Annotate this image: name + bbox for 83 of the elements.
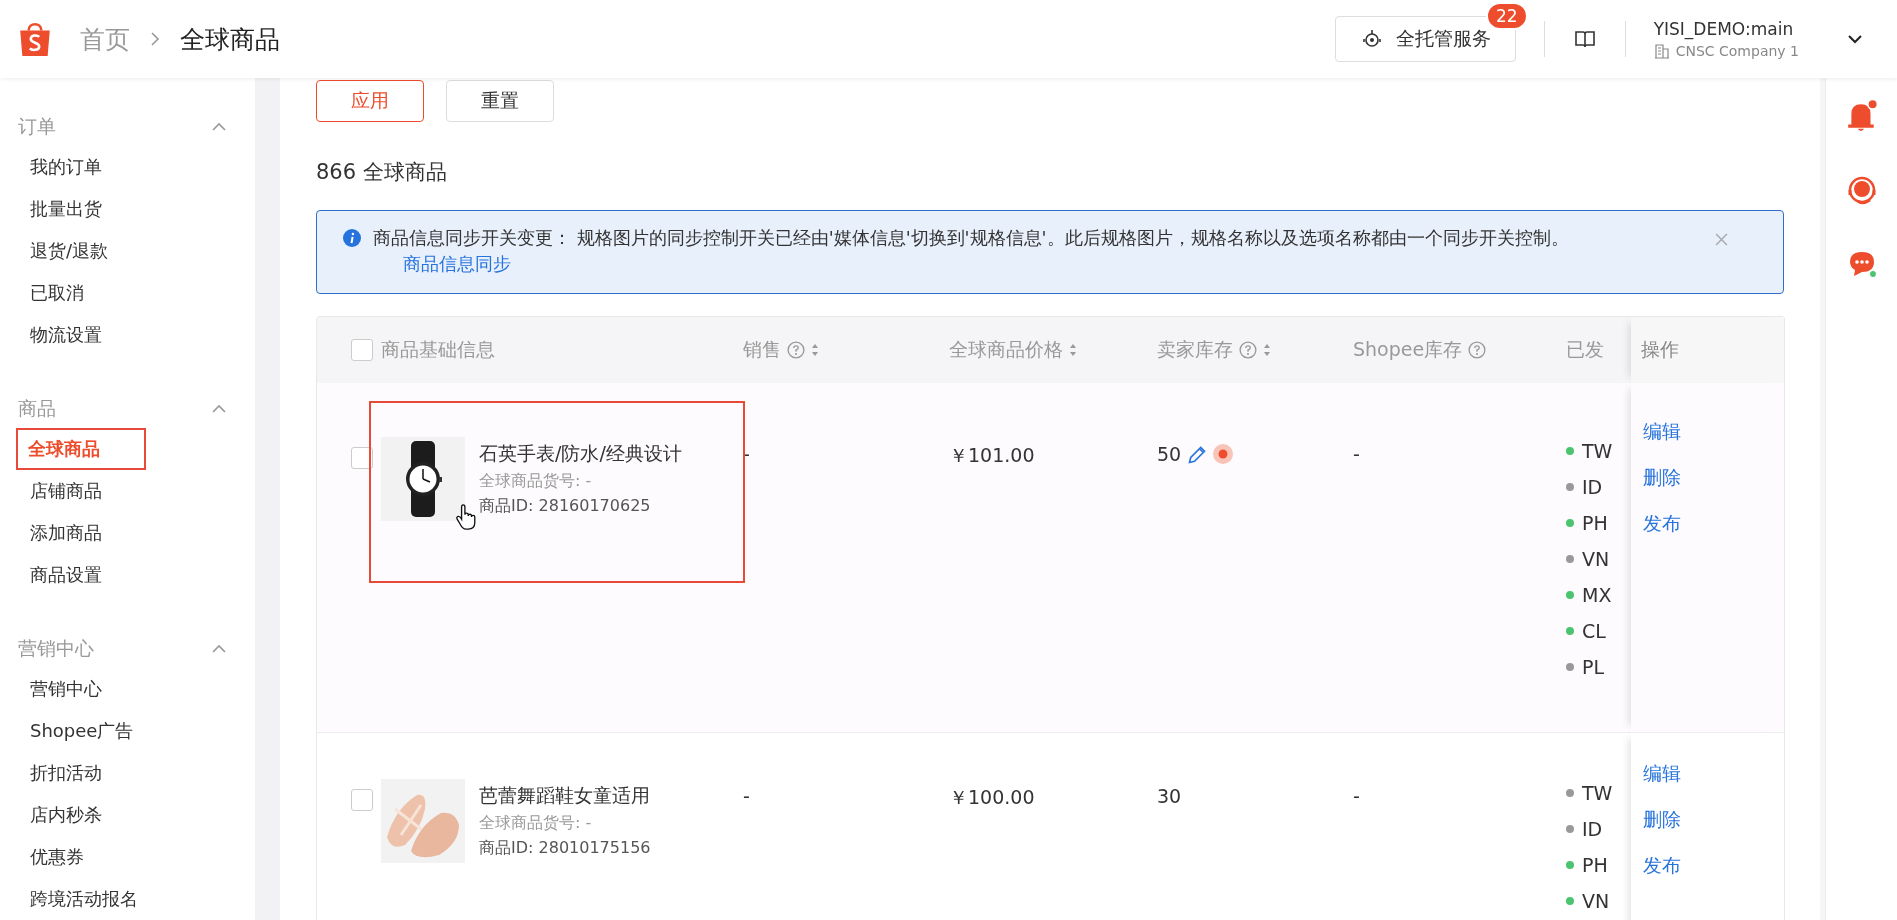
hand-cursor-icon <box>455 503 477 531</box>
product-id: 商品ID: 28160170625 <box>479 496 652 517</box>
region-code: VN <box>1582 889 1610 912</box>
sidebar-item[interactable]: Shopee广告 <box>0 710 255 752</box>
sidebar-item[interactable]: 我的订单 <box>0 146 255 188</box>
column-header: Shopee库存 <box>1353 337 1463 362</box>
action-link[interactable]: 发布 <box>1643 853 1681 879</box>
region-code: TW <box>1582 781 1613 804</box>
sidebar-item[interactable]: 跨境活动报名 <box>0 878 255 920</box>
sort-icon[interactable] <box>811 343 819 357</box>
action-link[interactable]: 编辑 <box>1643 419 1681 445</box>
region-code: PH <box>1582 853 1608 876</box>
sidebar-item[interactable]: 批量出货 <box>0 188 255 230</box>
stock-value: 50 <box>1157 443 1182 465</box>
column-header: 卖家库存 <box>1157 337 1233 362</box>
help-icon[interactable] <box>787 341 805 359</box>
chevron-up-icon[interactable] <box>211 404 227 414</box>
page-title: 全球商品 <box>180 23 280 56</box>
product-name[interactable]: 芭蕾舞蹈鞋女童适用 <box>479 783 651 809</box>
action-link[interactable]: 删除 <box>1643 807 1681 833</box>
product-id: 商品ID: 28010175156 <box>479 838 651 859</box>
sort-icon[interactable] <box>1069 343 1077 357</box>
product-sku: 全球商品货号: - <box>479 813 593 834</box>
sidebar-item[interactable]: 店铺商品 <box>0 470 255 512</box>
region-code: VN <box>1582 547 1610 570</box>
company-name: CNSC Company 1 <box>1675 43 1799 59</box>
sidebar-item[interactable]: 店内秒杀 <box>0 794 255 836</box>
sidebar-item[interactable]: 物流设置 <box>0 314 255 356</box>
chevron-right-icon <box>150 31 160 47</box>
action-link[interactable]: 删除 <box>1643 465 1681 491</box>
region-code: ID <box>1582 817 1603 840</box>
pencil-icon[interactable] <box>1187 445 1208 465</box>
region-code: TW <box>1582 439 1613 462</box>
action-link[interactable]: 编辑 <box>1643 761 1681 787</box>
price-value: ￥101.00 <box>949 443 1035 468</box>
sidebar-item[interactable]: 已取消 <box>0 272 255 314</box>
column-header: 销售 <box>743 337 781 362</box>
chevron-down-icon[interactable] <box>1847 34 1863 44</box>
sidebar-item[interactable]: 添加商品 <box>0 512 255 554</box>
select-all-checkbox[interactable] <box>351 339 373 361</box>
info-icon <box>343 229 361 247</box>
column-header: 全球商品价格 <box>949 337 1063 362</box>
action-link[interactable]: 发布 <box>1643 511 1681 537</box>
building-icon <box>1653 43 1670 59</box>
column-header: 商品基础信息 <box>381 337 495 362</box>
sidebar-item[interactable]: 全球商品 <box>16 428 146 470</box>
row-checkbox[interactable] <box>351 447 373 469</box>
sort-icon[interactable] <box>1263 343 1271 357</box>
column-header: 操作 <box>1641 337 1679 362</box>
reset-button[interactable]: 重置 <box>446 80 554 122</box>
shopping-bag-logo-icon[interactable] <box>18 20 52 58</box>
bell-icon[interactable] <box>1845 99 1878 133</box>
region-code: CL <box>1582 619 1606 642</box>
sync-link[interactable]: 商品信息同步 <box>403 253 511 274</box>
region-code: PL <box>1582 655 1605 678</box>
notice-text: 商品信息同步开关变更： 规格图片的同步控制开关已经由'媒体信息'切换到'规格信息'。此后规格图片，规格名称以及选项名称都由一个同步开关控制。 商品信息同步 <box>373 226 1570 276</box>
product-name[interactable]: 石英手表/防水/经典设计 <box>479 441 682 467</box>
help-icon[interactable] <box>1239 341 1257 359</box>
close-icon[interactable] <box>1715 233 1728 246</box>
region-code: PH <box>1582 511 1608 534</box>
record-dot-icon <box>1213 444 1234 464</box>
column-header: 已发 <box>1566 337 1604 362</box>
stock-value: 30 <box>1157 785 1182 807</box>
sidebar-item[interactable]: 商品设置 <box>0 554 255 596</box>
notification-badge: 22 <box>1486 2 1528 30</box>
chevron-up-icon[interactable] <box>211 644 227 654</box>
sidebar-item[interactable]: 折扣活动 <box>0 752 255 794</box>
product-count: 866 全球商品 <box>316 159 447 186</box>
sales-value: - <box>743 785 750 807</box>
sidebar-item[interactable]: 营销中心 <box>0 668 255 710</box>
sidebar-item[interactable]: 退货/退款 <box>0 230 255 272</box>
shopee-stock-value: - <box>1353 443 1360 465</box>
region-code: MX <box>1582 583 1612 606</box>
shopee-stock-value: - <box>1353 785 1360 807</box>
row-checkbox[interactable] <box>351 789 373 811</box>
account-name: YISI_DEMO:main <box>1653 19 1795 39</box>
apply-button[interactable]: 应用 <box>316 80 424 122</box>
help-icon[interactable] <box>1468 341 1487 359</box>
chevron-up-icon[interactable] <box>211 122 227 132</box>
sidebar-item[interactable]: 优惠券 <box>0 836 255 878</box>
region-code: ID <box>1582 475 1603 498</box>
price-value: ￥100.00 <box>949 785 1035 810</box>
product-sku: 全球商品货号: - <box>479 471 593 492</box>
